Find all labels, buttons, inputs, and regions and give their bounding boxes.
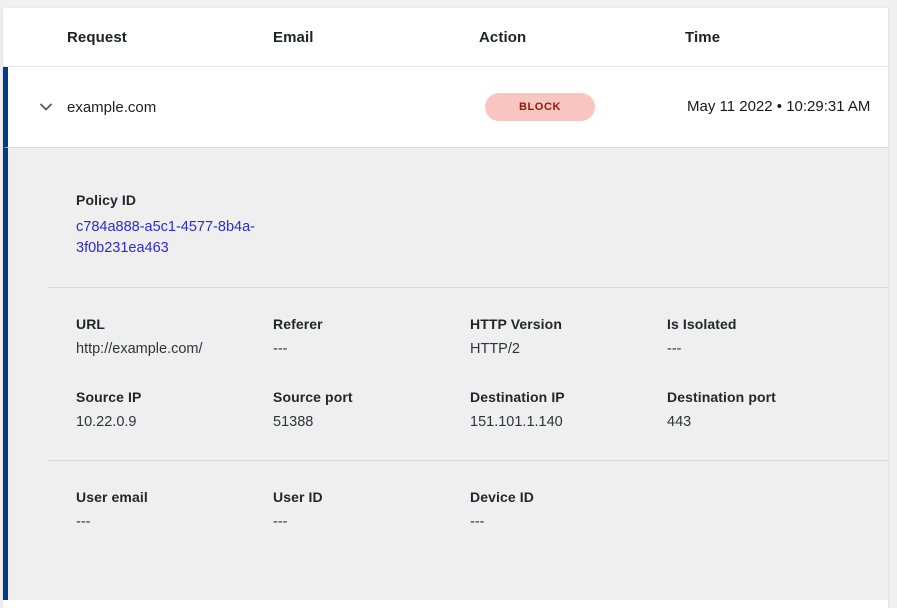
field-value: --- xyxy=(76,514,259,530)
field-label: Device ID xyxy=(470,489,653,505)
detail-fields-row: User email --- User ID --- Device ID --- xyxy=(76,461,870,560)
field-label: Source port xyxy=(273,389,456,405)
field-label: Destination IP xyxy=(470,389,653,405)
field-label: Source IP xyxy=(76,389,259,405)
field-value: 51388 xyxy=(273,414,456,430)
field-device-id: Device ID --- xyxy=(470,489,667,530)
row-expander-button[interactable] xyxy=(8,97,67,117)
requests-table-card: Request Email Action Time example.com BL… xyxy=(3,8,888,608)
field-user-id: User ID --- xyxy=(273,489,470,530)
field-value: --- xyxy=(470,514,653,530)
row-action-cell: BLOCK xyxy=(481,93,687,121)
field-destination-port: Destination port 443 xyxy=(667,389,790,430)
status-badge-block: BLOCK xyxy=(485,93,595,121)
policy-id-section: Policy ID c784a888-a5c1-4577-8b4a-3f0b23… xyxy=(76,148,870,287)
field-value: --- xyxy=(273,514,456,530)
field-empty xyxy=(667,489,681,530)
field-value: http://example.com/ xyxy=(76,341,259,357)
field-value: --- xyxy=(273,341,456,357)
column-header-action: Action xyxy=(479,29,685,46)
field-label: Referer xyxy=(273,316,456,332)
row-time-value: May 11 2022 • 10:29:31 AM xyxy=(687,95,887,119)
detail-fields-row: URL http://example.com/ Referer --- HTTP… xyxy=(76,288,870,387)
field-value: --- xyxy=(667,341,737,357)
field-label: URL xyxy=(76,316,259,332)
field-http-version: HTTP Version HTTP/2 xyxy=(470,316,667,357)
policy-id-link[interactable]: c784a888-a5c1-4577-8b4a-3f0b231ea463 xyxy=(76,217,276,259)
field-is-isolated: Is Isolated --- xyxy=(667,316,751,357)
row-details-panel: Policy ID c784a888-a5c1-4577-8b4a-3f0b23… xyxy=(3,147,888,600)
field-label: User ID xyxy=(273,489,456,505)
field-referer: Referer --- xyxy=(273,316,470,357)
detail-fields-row: Source IP 10.22.0.9 Source port 51388 De… xyxy=(76,387,870,460)
field-url: URL http://example.com/ xyxy=(76,316,273,357)
field-value: 443 xyxy=(667,414,776,430)
field-source-ip: Source IP 10.22.0.9 xyxy=(76,389,273,430)
chevron-down-icon xyxy=(36,97,56,117)
field-label: Is Isolated xyxy=(667,316,737,332)
field-source-port: Source port 51388 xyxy=(273,389,470,430)
field-value: 151.101.1.140 xyxy=(470,414,653,430)
column-header-email: Email xyxy=(273,29,479,46)
field-value: HTTP/2 xyxy=(470,341,653,357)
table-row[interactable]: example.com BLOCK May 11 2022 • 10:29:31… xyxy=(3,67,888,147)
field-value: 10.22.0.9 xyxy=(76,414,259,430)
table-header-row: Request Email Action Time xyxy=(3,8,888,67)
field-label: User email xyxy=(76,489,259,505)
field-label: HTTP Version xyxy=(470,316,653,332)
field-user-email: User email --- xyxy=(76,489,273,530)
field-destination-ip: Destination IP 151.101.1.140 xyxy=(470,389,667,430)
row-request-value: example.com xyxy=(67,99,273,116)
column-header-time: Time xyxy=(685,29,720,46)
policy-id-label: Policy ID xyxy=(76,192,870,208)
column-header-request: Request xyxy=(67,29,273,46)
field-label: Destination port xyxy=(667,389,776,405)
